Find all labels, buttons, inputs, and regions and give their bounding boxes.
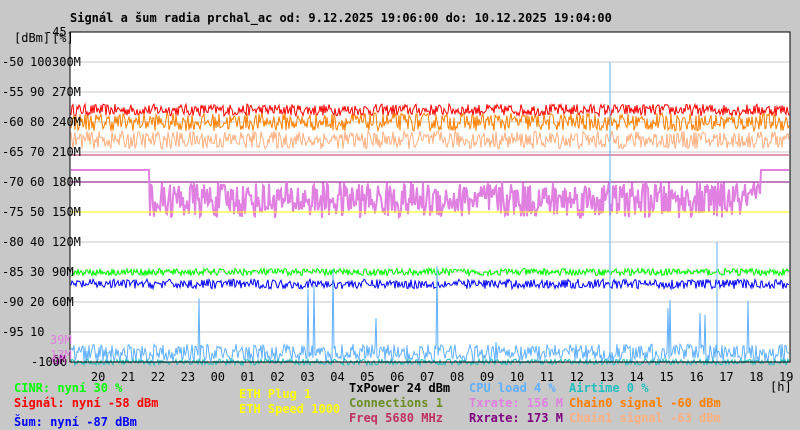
ytick-pct: 20 [30,295,45,309]
xtick: 21 [120,370,136,384]
legend-item: CINR: nyní 30 % [14,381,123,395]
ytick-dbm: -60 [2,115,24,129]
xtick: 08 [449,370,465,384]
ytick-rate: 120M [52,235,81,249]
ytick-dbm: -85 [2,265,24,279]
ytick-pct: 40 [30,235,45,249]
ytick-pct: 50 [30,205,45,219]
ytick-pct: 90 [30,85,45,99]
ytick-pct: 80 [30,115,45,129]
legend-item: Chain0 signal -60 dBm [569,396,721,410]
xtick: 01 [240,370,255,384]
xtick: 16 [689,370,704,384]
ytick-dbm: -80 [2,235,24,249]
ytick-dbm: -65 [2,145,24,159]
ytick-pct: 10 [30,325,45,339]
ytick-rate: 300M [52,55,81,69]
ytick-rate: 90M [52,265,74,279]
ytick-rate: 210M [52,145,81,159]
chart-root: Signál a šum radia prchal_ac od: 9.12.20… [0,0,800,430]
legend-item: ETH Plug 1 [239,387,312,401]
ytick-dbm: -70 [2,175,24,189]
legend-item: TxPower 24 dBm [349,381,451,395]
xtick: 04 [330,370,345,384]
xtick: 18 [749,370,764,384]
ytick-rate: 270M [52,85,81,99]
ytick-dbm: -95 [2,325,24,339]
xtick: 03 [300,370,315,384]
xtick: 22 [150,370,166,384]
ytick-pct: 60 [30,175,45,189]
legend-item: ETH Speed 1000 [239,402,341,416]
legend-item: Freq 5680 MHz [349,411,443,425]
legend-item: Airtime 0 % [569,381,649,395]
ylabel-pct: [%] [52,31,74,45]
legend-item: Chain1 signal -63 dBm [569,411,721,425]
ytick-pct: 100 [30,55,52,69]
ytick-dbm: -55 [2,85,24,99]
xtick: 02 [270,370,285,384]
ytick-rate: 39M [50,333,72,347]
ytick-rate: 180M [52,175,81,189]
legend-item: Txrate: 156 M [469,396,563,410]
ytick-rate: 13M [50,348,72,362]
ytick-pct: 30 [30,265,45,279]
legend-item: Connections 1 [349,396,443,410]
legend-item: Signál: nyní -58 dBm [14,396,159,410]
xtick: 23 [180,370,196,384]
legend-item: Rxrate: 173 M [469,411,563,425]
plot-area [69,31,791,367]
ylabel-dbm: [dBm] [14,31,51,45]
ytick-rate: 240M [52,115,81,129]
xtick: 17 [719,370,734,384]
legend-item: Šum: nyní -87 dBm [14,415,137,429]
xtick: 00 [210,370,226,384]
xunit: [h] [770,380,792,394]
ytick-pct: 70 [30,145,45,159]
ytick-rate: 60M [52,295,74,309]
ytick-dbm: -50 [2,55,24,69]
ytick-dbm: -90 [2,295,24,309]
ytick-rate: 150M [52,205,81,219]
xtick: 15 [659,370,674,384]
ytick-dbm: -75 [2,205,24,219]
legend-item: CPU load 4 % [469,381,556,395]
